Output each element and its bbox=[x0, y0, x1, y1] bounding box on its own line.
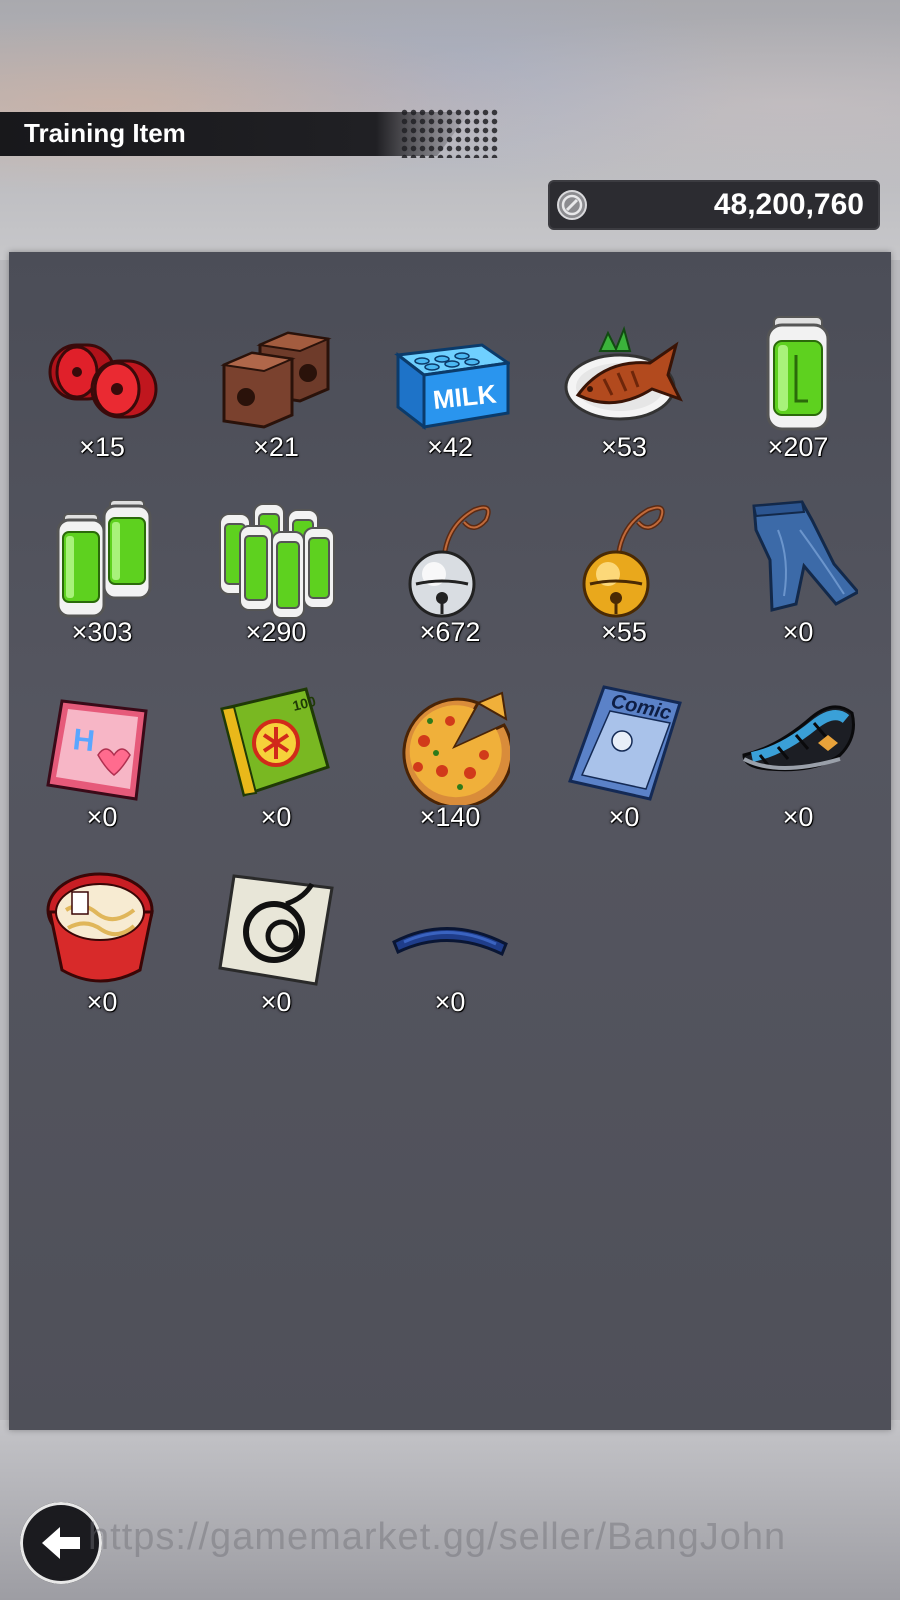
item-slot[interactable]: ×207 bbox=[711, 300, 885, 485]
item-count: ×0 bbox=[782, 802, 814, 832]
item-slot[interactable]: ×15 bbox=[15, 300, 189, 485]
gold-bell-icon bbox=[582, 505, 665, 618]
item-count: ×303 bbox=[71, 617, 133, 647]
item-count: ×672 bbox=[419, 617, 481, 647]
battery-icon bbox=[766, 316, 830, 431]
test-book-icon: 100 bbox=[220, 687, 330, 797]
brick-weights-icon bbox=[220, 331, 332, 429]
item-slot[interactable]: H ×0 bbox=[15, 670, 189, 855]
svg-text:H: H bbox=[71, 723, 96, 758]
red-weights-icon bbox=[48, 343, 158, 419]
comic-book-icon: Comic bbox=[568, 685, 682, 801]
background-bottom bbox=[0, 1420, 900, 1600]
item-count: ×0 bbox=[260, 802, 292, 832]
blue-headband-icon bbox=[392, 927, 508, 957]
item-count: ×0 bbox=[260, 987, 292, 1017]
sandal-icon bbox=[742, 705, 855, 772]
silver-bell-icon bbox=[408, 505, 491, 618]
battery-pair-icon bbox=[56, 500, 152, 618]
item-slot[interactable]: MILK ×42 bbox=[363, 300, 537, 485]
item-count: ×0 bbox=[434, 987, 466, 1017]
item-count: ×207 bbox=[767, 432, 829, 462]
item-count: ×140 bbox=[419, 802, 481, 832]
item-slot[interactable]: Comic ×0 bbox=[537, 670, 711, 855]
item-count: ×53 bbox=[601, 432, 647, 462]
milk-carton-icon: MILK bbox=[394, 343, 510, 431]
pink-magazine-icon: H bbox=[46, 699, 148, 801]
item-slot[interactable]: ×672 bbox=[363, 485, 537, 670]
item-slot[interactable]: ×55 bbox=[537, 485, 711, 670]
watermark-text: https://gamemarket.gg/seller/BangJohn bbox=[88, 1516, 787, 1558]
title-banner-halftone bbox=[400, 108, 500, 158]
item-slot[interactable]: ×0 bbox=[15, 855, 189, 1040]
back-arrow-icon bbox=[42, 1527, 80, 1559]
coin-icon bbox=[557, 190, 587, 220]
currency-amount: 48,200,760 bbox=[713, 188, 864, 221]
item-slot[interactable]: ×0 bbox=[189, 855, 363, 1040]
item-count: ×0 bbox=[782, 617, 814, 647]
ramen-cup-icon bbox=[46, 872, 154, 983]
pizza-icon bbox=[402, 691, 510, 805]
item-slot[interactable]: 100 ×0 bbox=[189, 670, 363, 855]
item-slot[interactable]: ×0 bbox=[363, 855, 537, 1040]
item-slot[interactable]: ×21 bbox=[189, 300, 363, 485]
item-count: ×21 bbox=[253, 432, 299, 462]
item-slot[interactable]: ×303 bbox=[15, 485, 189, 670]
item-count: ×290 bbox=[245, 617, 307, 647]
item-slot[interactable]: ×0 bbox=[711, 670, 885, 855]
item-slot[interactable]: ×290 bbox=[189, 485, 363, 670]
battery-pack-icon bbox=[219, 503, 335, 619]
item-count: ×42 bbox=[427, 432, 473, 462]
grilled-fish-icon bbox=[564, 325, 684, 421]
item-grid: ×15 ×21 MILK ×42 ×53 ×207 ×303 ×290 ×672… bbox=[15, 300, 885, 1040]
item-count: ×0 bbox=[86, 987, 118, 1017]
page-title: Training Item bbox=[24, 118, 186, 148]
item-slot[interactable]: ×140 bbox=[363, 670, 537, 855]
jeans-icon bbox=[752, 500, 858, 612]
item-slot[interactable]: ×53 bbox=[537, 300, 711, 485]
whis-symbol-card-icon bbox=[218, 874, 334, 986]
item-count: ×15 bbox=[79, 432, 125, 462]
item-count: ×55 bbox=[601, 617, 647, 647]
item-count: ×0 bbox=[608, 802, 640, 832]
item-slot[interactable]: ×0 bbox=[711, 485, 885, 670]
item-count: ×0 bbox=[86, 802, 118, 832]
